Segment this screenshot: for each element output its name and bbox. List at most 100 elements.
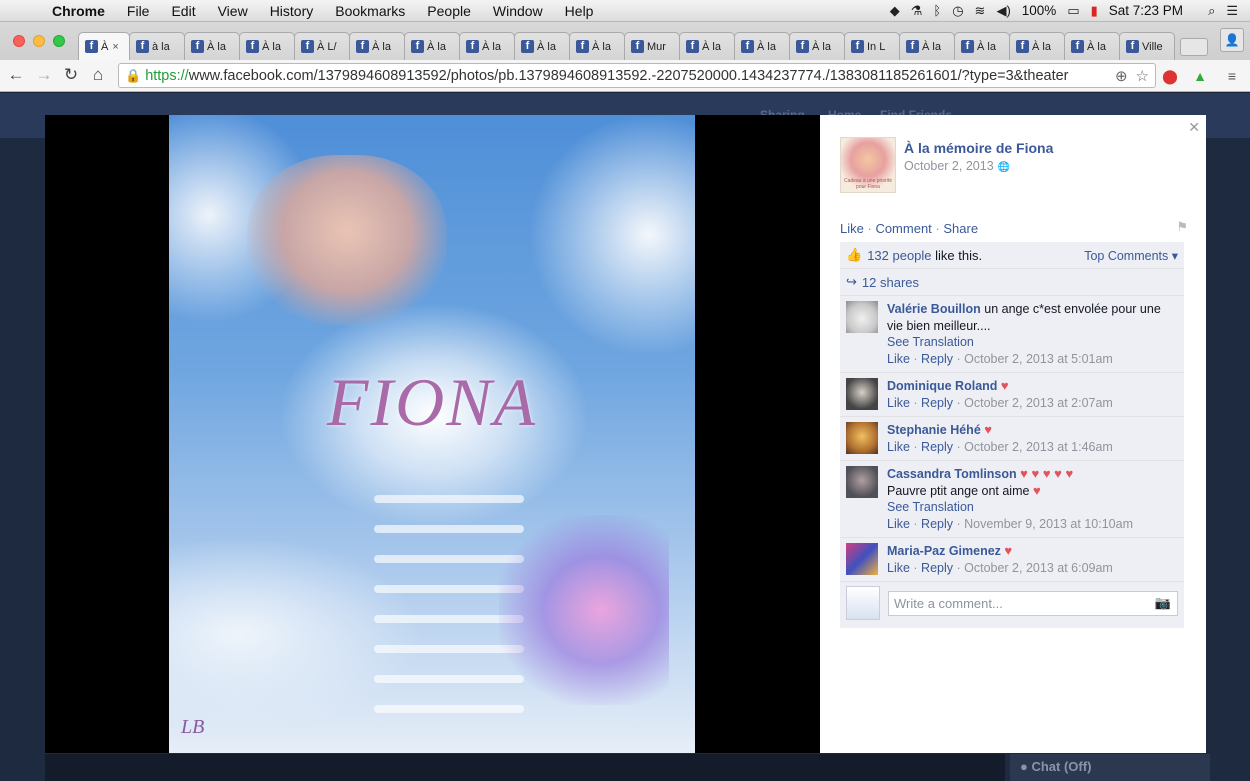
- battery-icon[interactable]: ▭: [1067, 3, 1079, 19]
- commenter-avatar[interactable]: [846, 543, 878, 575]
- comment-like-link[interactable]: Like: [887, 352, 910, 366]
- browser-tab[interactable]: fÀ la: [1064, 32, 1120, 60]
- comment-timestamp[interactable]: November 9, 2013 at 10:10am: [964, 517, 1133, 531]
- menu-edit[interactable]: Edit: [160, 3, 206, 19]
- flask-icon[interactable]: ⚗: [911, 3, 923, 19]
- menu-window[interactable]: Window: [482, 3, 554, 19]
- menu-history[interactable]: History: [259, 3, 325, 19]
- top-comments-dropdown[interactable]: Top Comments ▾: [1084, 248, 1178, 263]
- comment-timestamp[interactable]: October 2, 2013 at 1:46am: [964, 440, 1113, 454]
- browser-tab[interactable]: fÀ la: [789, 32, 845, 60]
- commenter-avatar[interactable]: [846, 422, 878, 454]
- comment-like-link[interactable]: Like: [887, 561, 910, 575]
- comment-reply-link[interactable]: Reply: [921, 352, 953, 366]
- comment-reply-link[interactable]: Reply: [921, 561, 953, 575]
- see-translation-link[interactable]: See Translation: [887, 500, 974, 514]
- volume-icon[interactable]: ◀): [996, 3, 1010, 19]
- commenter-avatar[interactable]: [846, 466, 878, 498]
- browser-tab[interactable]: f Ville: [1119, 32, 1175, 60]
- comment-reply-link[interactable]: Reply: [921, 517, 953, 531]
- forward-icon[interactable]: →: [34, 65, 54, 85]
- menu-bookmarks[interactable]: Bookmarks: [324, 3, 416, 19]
- comment-reply-link[interactable]: Reply: [921, 440, 953, 454]
- browser-tab[interactable]: fÀ la: [239, 32, 295, 60]
- menu-help[interactable]: Help: [554, 3, 605, 19]
- commenter-name-link[interactable]: Cassandra Tomlinson: [887, 467, 1017, 481]
- browser-tab[interactable]: fÀ L/: [294, 32, 350, 60]
- chat-bar[interactable]: ● Chat (Off): [1010, 754, 1210, 781]
- comment-timestamp[interactable]: October 2, 2013 at 2:07am: [964, 396, 1113, 410]
- profile-icon[interactable]: 👤: [1220, 28, 1244, 52]
- browser-tab[interactable]: fÀ la: [569, 32, 625, 60]
- menu-file[interactable]: File: [116, 3, 161, 19]
- camera-icon[interactable]: 📷: [1155, 595, 1171, 611]
- browser-tab[interactable]: f À ×: [78, 32, 130, 60]
- zoom-window-button[interactable]: [53, 35, 65, 47]
- clock[interactable]: Sat 7:23 PM: [1109, 3, 1183, 18]
- commenter-name-link[interactable]: Valérie Bouillon: [887, 302, 981, 316]
- close-tab-icon[interactable]: ×: [112, 41, 118, 53]
- browser-tab[interactable]: fÀ la: [349, 32, 405, 60]
- comment-like-link[interactable]: Like: [887, 517, 910, 531]
- dropbox-icon[interactable]: ◆: [890, 3, 900, 19]
- browser-tab[interactable]: fÀ la: [679, 32, 735, 60]
- browser-tab[interactable]: fÀ la: [459, 32, 515, 60]
- close-window-button[interactable]: [13, 35, 25, 47]
- browser-tab[interactable]: fÀ la: [514, 32, 570, 60]
- browser-tab[interactable]: fÀ la: [1009, 32, 1065, 60]
- browser-tab[interactable]: fÀ la: [184, 32, 240, 60]
- likes-count-link[interactable]: 132 people: [867, 248, 931, 263]
- like-link[interactable]: Like: [840, 221, 864, 236]
- spotlight-search-icon[interactable]: ⌕: [1208, 3, 1215, 19]
- browser-tab[interactable]: fà la: [129, 32, 185, 60]
- browser-tab[interactable]: fÀ la: [899, 32, 955, 60]
- address-bar[interactable]: 🔒 https://www.facebook.com/1379894608913…: [118, 63, 1156, 88]
- bookmark-star-icon[interactable]: ☆: [1136, 67, 1149, 85]
- bluetooth-icon[interactable]: ᛒ: [933, 3, 941, 18]
- chrome-menu-icon[interactable]: ≡: [1222, 66, 1242, 86]
- extension-adblock-icon[interactable]: ⬤: [1160, 66, 1180, 86]
- comment-timestamp[interactable]: October 2, 2013 at 5:01am: [964, 352, 1113, 366]
- comment-input[interactable]: Write a comment... 📷: [888, 590, 1178, 616]
- comment-like-link[interactable]: Like: [887, 396, 910, 410]
- zoom-icon[interactable]: ⊕: [1115, 67, 1128, 85]
- time-machine-icon[interactable]: ◷: [952, 3, 963, 19]
- commenter-name-link[interactable]: Dominique Roland: [887, 379, 997, 393]
- shares-count-link[interactable]: 12 shares: [862, 275, 919, 290]
- report-flag-icon[interactable]: ⚑: [1176, 219, 1188, 235]
- share-link[interactable]: Share: [943, 221, 978, 236]
- wifi-icon[interactable]: ≋: [975, 3, 986, 19]
- new-tab-button[interactable]: [1180, 38, 1208, 56]
- browser-tab[interactable]: fÀ la: [954, 32, 1010, 60]
- comment-link[interactable]: Comment: [875, 221, 931, 236]
- photo-image[interactable]: FIONA LB: [169, 115, 695, 753]
- browser-tab[interactable]: fÀ la: [734, 32, 790, 60]
- comment-timestamp[interactable]: October 2, 2013 at 6:09am: [964, 561, 1113, 575]
- see-translation-link[interactable]: See Translation: [887, 335, 974, 349]
- page-avatar[interactable]: Cadeau à une priorité pour Fiona: [840, 137, 896, 193]
- menu-view[interactable]: View: [207, 3, 259, 19]
- commenter-name-link[interactable]: Stephanie Héhé: [887, 423, 981, 437]
- notification-center-icon[interactable]: ☰: [1226, 3, 1238, 19]
- commenter-avatar[interactable]: [846, 378, 878, 410]
- comment-like-link[interactable]: Like: [887, 440, 910, 454]
- reload-icon[interactable]: ↻: [61, 65, 81, 85]
- minimize-window-button[interactable]: [33, 35, 45, 47]
- commenter-avatar[interactable]: [846, 301, 878, 333]
- menu-app-chrome[interactable]: Chrome: [40, 3, 116, 19]
- flag-canada-icon[interactable]: ▮: [1091, 3, 1098, 19]
- browser-tab[interactable]: fÀ la: [404, 32, 460, 60]
- menu-people[interactable]: People: [416, 3, 482, 19]
- comment-reply-link[interactable]: Reply: [921, 396, 953, 410]
- post-date[interactable]: October 2, 2013: [904, 159, 994, 173]
- home-icon[interactable]: ⌂: [88, 65, 108, 85]
- current-user-avatar[interactable]: [846, 586, 880, 620]
- page-name-link[interactable]: À la mémoire de Fiona: [904, 140, 1053, 156]
- lock-icon[interactable]: 🔒: [125, 68, 141, 84]
- browser-tab[interactable]: f Mur: [624, 32, 680, 60]
- commenter-name-link[interactable]: Maria-Paz Gimenez: [887, 544, 1001, 558]
- browser-tab[interactable]: f In L: [844, 32, 900, 60]
- extension-icon[interactable]: ▲: [1190, 66, 1210, 86]
- back-icon[interactable]: ←: [6, 65, 26, 85]
- close-theater-icon[interactable]: ✕: [1188, 119, 1200, 136]
